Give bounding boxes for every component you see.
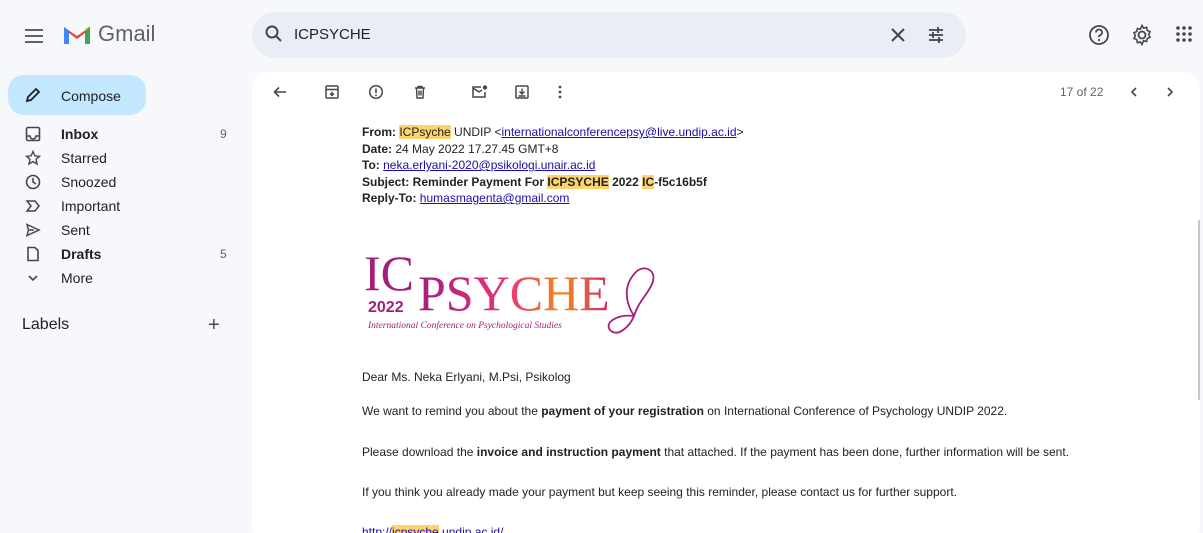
chevron-right-icon[interactable]: [1160, 82, 1180, 102]
sidebar-item-starred[interactable]: Starred: [0, 146, 240, 170]
reply-to-label: Reply-To:: [362, 191, 417, 205]
sidebar-item-label: Sent: [61, 222, 90, 238]
greeting-text: Dear Ms. Neka Erlyani, M.Psi, Psikolog: [362, 370, 571, 384]
search-options-icon[interactable]: [926, 25, 946, 50]
subject-part: Reminder Payment For: [409, 174, 548, 189]
date-line: Date: 24 May 2022 17.27.45 GMT+8: [362, 141, 744, 158]
chevron-down-icon: [24, 269, 42, 287]
pagination-count: 17 of 22: [1060, 85, 1104, 99]
report-spam-icon[interactable]: [366, 82, 386, 102]
url-part[interactable]: .undip.ac.id/: [439, 525, 504, 533]
subject-highlight: ICPSYCHE: [547, 174, 609, 189]
scrollbar[interactable]: [1198, 220, 1200, 400]
p1-part: We want to remind you about the: [362, 404, 542, 418]
butterfly-icon: [607, 267, 655, 334]
paragraph-2: Please download the invoice and instruct…: [362, 445, 1069, 459]
from-email-link[interactable]: internationalconferencepsy@live.undip.ac…: [502, 125, 737, 139]
app-name: Gmail: [98, 21, 156, 46]
logo-ic-text: IC: [364, 245, 414, 301]
to-line: To: neka.erlyani-2020@psikologi.unair.ac…: [362, 157, 744, 174]
forwarded-header: From: ICPsyche UNDIP <internationalconfe…: [362, 124, 744, 207]
sidebar-item-label: Drafts: [61, 246, 102, 262]
from-line: From: ICPsyche UNDIP <internationalconfe…: [362, 124, 744, 141]
sidebar-item-drafts[interactable]: Drafts 5: [0, 242, 240, 266]
clock-icon: [24, 173, 42, 191]
important-icon: [24, 197, 42, 215]
sidebar-item-label: Inbox: [61, 126, 99, 142]
to-label: To:: [362, 158, 380, 172]
draft-icon: [24, 245, 42, 263]
date-value: 24 May 2022 17.27.45 GMT+8: [392, 141, 559, 156]
to-email-link[interactable]: neka.erlyani-2020@psikologi.unair.ac.id: [383, 158, 595, 172]
sidebar-item-label: Starred: [61, 150, 107, 166]
icpsyche-logo: IC PSYCHE 2022 International Conference …: [362, 244, 662, 344]
url-part[interactable]: http://: [362, 525, 392, 533]
top-bar: Gmail ICPSYCHE: [0, 0, 1203, 70]
logo-tagline-text: International Conference on Psychologica…: [367, 320, 562, 331]
back-arrow-icon[interactable]: [270, 82, 290, 102]
pencil-icon: [24, 86, 42, 109]
more-options-icon[interactable]: [550, 82, 570, 102]
subject-part: 2022: [608, 174, 643, 189]
from-label: From:: [362, 125, 396, 139]
p1-part: on International Conference of Psycholog…: [703, 404, 1008, 418]
sidebar-nav: Inbox 9 Starred Snoozed Important Sent D…: [0, 122, 240, 290]
sidebar-item-important[interactable]: Important: [0, 194, 240, 218]
clear-search-icon[interactable]: [888, 25, 908, 50]
search-input[interactable]: ICPSYCHE: [294, 26, 371, 43]
sidebar-item-label: Important: [61, 198, 121, 214]
email-view: 17 of 22 From: ICPsyche UNDIP <internati…: [252, 72, 1200, 533]
compose-label: Compose: [61, 88, 121, 104]
website-link[interactable]: http://icpsyche.undip.ac.id/: [362, 525, 503, 533]
gmail-logo[interactable]: Gmail: [62, 21, 155, 47]
date-label: Date:: [362, 141, 393, 156]
inbox-icon: [24, 125, 42, 143]
sidebar-item-more[interactable]: More: [0, 266, 240, 290]
search-icon[interactable]: [264, 24, 284, 49]
sidebar-item-label: Snoozed: [61, 174, 117, 190]
paragraph-3: If you think you already made your payme…: [362, 485, 957, 499]
mark-unread-icon[interactable]: [470, 82, 490, 102]
main-menu-icon[interactable]: [20, 22, 48, 50]
subject-part: -f5c16b5f: [654, 174, 707, 189]
p2-bold: invoice and instruction payment: [476, 445, 661, 459]
move-to-icon[interactable]: [512, 82, 532, 102]
logo-psyche-text: PSYCHE: [418, 265, 610, 321]
settings-gear-icon[interactable]: [1130, 23, 1154, 52]
search-bar[interactable]: ICPSYCHE: [252, 12, 966, 58]
sidebar-item-count: 9: [220, 127, 227, 141]
chevron-left-icon[interactable]: [1124, 82, 1144, 102]
help-icon[interactable]: [1088, 24, 1110, 51]
logo-year-text: 2022: [368, 299, 404, 316]
p2-part: Please download the: [362, 445, 477, 459]
subject-label: Subject:: [362, 174, 410, 189]
reply-to-email-link[interactable]: humasmagenta@gmail.com: [420, 191, 570, 205]
p2-part: that attached. If the payment has been d…: [660, 445, 1070, 459]
from-name: UNDIP <: [450, 125, 502, 139]
paragraph-1: We want to remind you about the payment …: [362, 404, 1007, 418]
url-highlight[interactable]: icpsyche: [392, 525, 439, 533]
archive-icon[interactable]: [322, 82, 342, 102]
sidebar-item-inbox[interactable]: Inbox 9: [0, 122, 240, 146]
subject-line: Subject: Reminder Payment For ICPSYCHE 2…: [362, 174, 744, 191]
subject-highlight: IC: [642, 174, 655, 189]
gmail-m-icon: [64, 26, 90, 44]
p1-bold: payment of your registration: [541, 404, 704, 418]
sidebar-item-label: More: [61, 270, 93, 286]
delete-icon[interactable]: [410, 82, 430, 102]
compose-button[interactable]: Compose: [8, 75, 146, 115]
from-close: >: [736, 125, 744, 139]
star-icon: [24, 149, 42, 167]
sidebar-item-count: 5: [220, 247, 227, 261]
from-name-highlight: ICPsyche: [399, 125, 451, 139]
reply-to-line: Reply-To: humasmagenta@gmail.com: [362, 190, 744, 207]
sidebar-item-snoozed[interactable]: Snoozed: [0, 170, 240, 194]
labels-heading: Labels: [22, 316, 70, 333]
google-apps-icon[interactable]: [1174, 24, 1194, 49]
add-label-button[interactable]: +: [208, 315, 220, 335]
sidebar-item-sent[interactable]: Sent: [0, 218, 240, 242]
send-icon: [24, 221, 42, 239]
